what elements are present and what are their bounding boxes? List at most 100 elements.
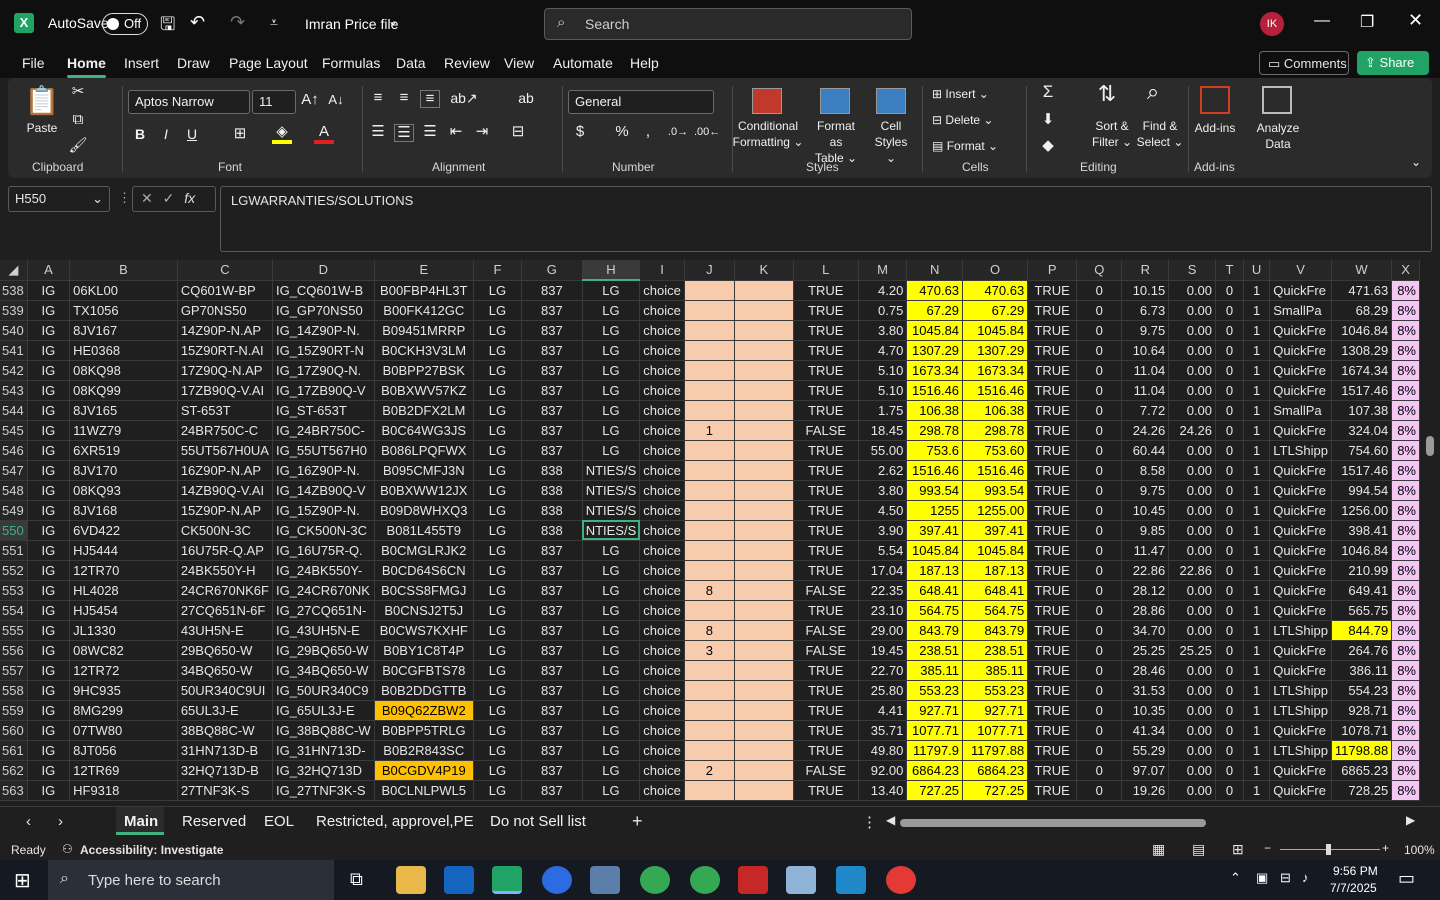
cell[interactable]: 0 <box>1076 400 1123 421</box>
increase-decimal-icon[interactable]: .0→ <box>666 124 690 140</box>
cell[interactable]: 1673.34 <box>906 360 964 381</box>
cell[interactable]: 25.25 <box>1168 640 1217 661</box>
cell[interactable]: 0.00 <box>1168 360 1217 381</box>
orientation-icon[interactable]: ab↗ <box>450 90 478 106</box>
cell[interactable]: 1673.34 <box>962 360 1029 381</box>
cell[interactable]: B0B2DDGTTB <box>374 680 474 701</box>
cell[interactable]: IG <box>27 400 71 421</box>
cell[interactable]: 0 <box>1076 600 1123 621</box>
cell[interactable]: 0 <box>1215 520 1244 541</box>
cell[interactable]: LG <box>582 300 641 321</box>
cell[interactable]: B0CD64S6CN <box>374 560 474 581</box>
taskbar-search[interactable]: ⌕ Type here to search <box>48 860 334 900</box>
cell[interactable]: 843.79 <box>906 620 964 641</box>
cell[interactable]: 10.35 <box>1121 700 1170 721</box>
cell[interactable]: 0.00 <box>1168 340 1217 361</box>
cell[interactable]: choice <box>639 520 685 541</box>
cell[interactable] <box>734 340 794 361</box>
cell[interactable]: IG <box>27 540 71 561</box>
cell[interactable]: NTIES/S <box>582 480 641 501</box>
cell[interactable]: 0 <box>1215 500 1244 521</box>
cell[interactable]: 24.26 <box>1121 420 1170 441</box>
cell[interactable]: LG <box>582 640 641 661</box>
cell[interactable]: LG <box>473 480 522 501</box>
cell[interactable]: 22.86 <box>1121 560 1170 581</box>
cell[interactable]: QuickFre <box>1269 480 1332 501</box>
cell[interactable] <box>734 700 794 721</box>
column-header[interactable]: B <box>69 260 178 281</box>
sheet-tab-restricted[interactable]: Restricted, approvel,PE <box>316 813 474 830</box>
cell[interactable]: LG <box>582 420 641 441</box>
cell[interactable]: 6864.23 <box>906 760 964 781</box>
cell[interactable]: TRUE <box>793 460 859 481</box>
cell[interactable]: 0 <box>1215 460 1244 481</box>
cell[interactable] <box>734 600 794 621</box>
cell[interactable]: 67.29 <box>962 300 1029 321</box>
cell[interactable]: TRUE <box>793 560 859 581</box>
cell[interactable]: IG <box>27 460 71 481</box>
cell[interactable]: LG <box>473 540 522 561</box>
cell[interactable] <box>734 500 794 521</box>
cell[interactable]: 727.25 <box>962 780 1029 801</box>
cell[interactable]: 1 <box>1243 620 1271 641</box>
column-header[interactable]: O <box>962 260 1029 281</box>
cell[interactable]: 31.53 <box>1121 680 1170 701</box>
cell[interactable]: 470.63 <box>962 280 1029 301</box>
cell[interactable] <box>734 360 794 381</box>
cell[interactable]: 838 <box>521 500 583 521</box>
cell[interactable]: B00FK412GC <box>374 300 474 321</box>
align-top-icon[interactable]: ≡ <box>368 90 388 106</box>
cell[interactable]: 68.29 <box>1331 300 1393 321</box>
cell[interactable]: 08WC82 <box>69 640 178 661</box>
cell[interactable]: B0BPP5TRLG <box>374 720 474 741</box>
cell[interactable]: 22.70 <box>858 660 908 681</box>
cell[interactable]: 1 <box>1243 320 1271 341</box>
row-header[interactable]: 543 <box>0 380 28 401</box>
formula-input[interactable]: LGWARRANTIES/SOLUTIONS <box>220 186 1432 252</box>
find-icon[interactable]: ⌕ <box>1138 81 1168 103</box>
cell[interactable]: LG <box>582 760 641 781</box>
cell[interactable]: QuickFre <box>1269 280 1332 301</box>
cell[interactable]: IG <box>27 560 71 581</box>
minimize-icon[interactable]: — <box>1314 12 1330 30</box>
cell[interactable]: IG_14ZB90Q-V <box>272 480 375 501</box>
cell[interactable]: ST-653T <box>177 400 273 421</box>
cell[interactable]: LG <box>582 380 641 401</box>
cell[interactable]: choice <box>639 360 685 381</box>
cell[interactable]: 648.41 <box>962 580 1029 601</box>
cell[interactable]: 0 <box>1215 760 1244 781</box>
cell[interactable]: TRUE <box>1027 440 1078 461</box>
column-header[interactable]: S <box>1168 260 1217 281</box>
insert-function-icon[interactable]: fx <box>184 190 195 206</box>
align-bottom-icon[interactable]: ≡ <box>420 90 440 108</box>
sheet-tab-eol[interactable]: EOL <box>264 813 294 830</box>
save-icon[interactable]: 🖫 <box>160 12 175 42</box>
cell[interactable]: 11798.88 <box>1331 740 1393 761</box>
cell[interactable]: 27CQ651N-6F <box>177 600 273 621</box>
cell[interactable]: 9HC935 <box>69 680 178 701</box>
cell[interactable]: 28.46 <box>1121 660 1170 681</box>
cell[interactable]: 107.38 <box>1331 400 1393 421</box>
cell[interactable]: LG <box>473 640 522 661</box>
cell[interactable]: 927.71 <box>962 700 1029 721</box>
excel-taskbar-icon[interactable] <box>492 866 522 894</box>
cell[interactable]: IG <box>27 340 71 361</box>
cell[interactable]: TRUE <box>1027 760 1078 781</box>
cell[interactable]: 38BQ88C-W <box>177 720 273 741</box>
cell[interactable]: LG <box>582 360 641 381</box>
cell[interactable]: 0.00 <box>1168 780 1217 801</box>
cell[interactable]: 1307.29 <box>962 340 1029 361</box>
cell[interactable]: IG <box>27 780 71 801</box>
cell[interactable]: IG_15Z90RT-N <box>272 340 375 361</box>
cell[interactable]: 0.00 <box>1168 760 1217 781</box>
cell[interactable]: LG <box>582 320 641 341</box>
cell[interactable]: IG_CQ601W-B <box>272 280 375 301</box>
cell[interactable]: 67.29 <box>906 300 964 321</box>
cell[interactable]: IG_17ZB90Q-V <box>272 380 375 401</box>
cell[interactable]: 29BQ650-W <box>177 640 273 661</box>
cancel-icon[interactable]: ✕ <box>141 190 153 206</box>
cell[interactable]: TRUE <box>1027 280 1078 301</box>
chevron-down-icon[interactable]: ⌄ <box>388 14 398 28</box>
cell[interactable]: 1255.00 <box>962 500 1029 521</box>
add-ins-button[interactable]: Add-ins <box>1190 120 1240 136</box>
